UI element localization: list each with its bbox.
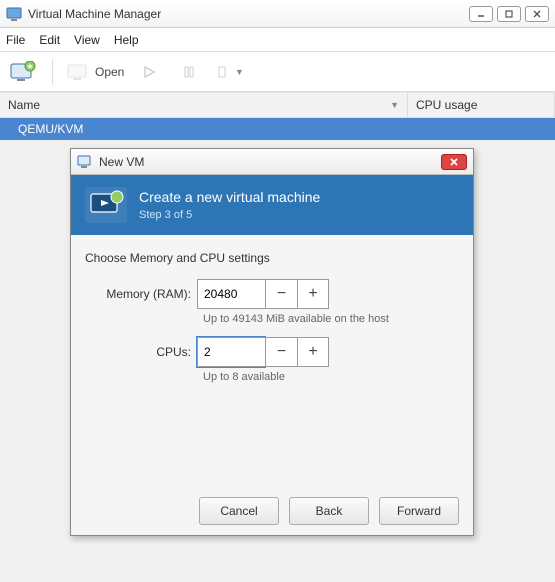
list-item[interactable]: QEMU/KVM	[0, 118, 555, 140]
window-title: Virtual Machine Manager	[28, 7, 469, 21]
cpus-increment-button[interactable]: +	[297, 337, 329, 367]
toolbar-separator	[52, 59, 53, 85]
cpus-decrement-button[interactable]: −	[265, 337, 297, 367]
memory-increment-button[interactable]: +	[297, 279, 329, 309]
back-button[interactable]: Back	[289, 497, 369, 525]
dialog-titlebar: New VM	[71, 149, 473, 175]
memory-hint: Up to 49143 MiB available on the host	[203, 313, 459, 325]
column-cpu-usage[interactable]: CPU usage	[408, 93, 555, 117]
dialog-step: Step 3 of 5	[139, 209, 320, 221]
cpus-input[interactable]	[197, 337, 265, 367]
open-button[interactable]: Open	[67, 63, 124, 81]
cpus-label: CPUs:	[85, 345, 197, 359]
menubar: File Edit View Help	[0, 28, 555, 52]
open-label: Open	[95, 65, 124, 79]
main-titlebar: Virtual Machine Manager	[0, 0, 555, 28]
sort-chevron-icon: ▼	[390, 100, 399, 110]
chevron-down-icon: ▼	[235, 67, 244, 77]
dialog-footer: Cancel Back Forward	[199, 497, 459, 525]
menu-help[interactable]: Help	[114, 33, 139, 47]
memory-spinner: − +	[197, 279, 329, 309]
shutdown-button[interactable]: ▼	[214, 59, 244, 85]
cpus-hint: Up to 8 available	[203, 371, 459, 383]
app-icon	[6, 6, 22, 22]
dialog-header: Create a new virtual machine Step 3 of 5	[71, 175, 473, 235]
menu-view[interactable]: View	[74, 33, 100, 47]
column-name[interactable]: Name ▼	[0, 93, 408, 117]
forward-button[interactable]: Forward	[379, 497, 459, 525]
maximize-button[interactable]	[497, 6, 521, 22]
pause-button[interactable]	[174, 59, 204, 85]
cpus-spinner: − +	[197, 337, 329, 367]
menu-edit[interactable]: Edit	[39, 33, 60, 47]
svg-text:★: ★	[26, 62, 33, 71]
memory-label: Memory (RAM):	[85, 287, 197, 301]
toolbar: ★ Open ▼	[0, 52, 555, 92]
close-button[interactable]	[525, 6, 549, 22]
memory-decrement-button[interactable]: −	[265, 279, 297, 309]
wizard-hero-icon	[85, 187, 127, 223]
connection-name: QEMU/KVM	[18, 122, 83, 136]
vm-list: QEMU/KVM	[0, 118, 555, 140]
run-button[interactable]	[134, 59, 164, 85]
section-title: Choose Memory and CPU settings	[85, 251, 459, 265]
cancel-button[interactable]: Cancel	[199, 497, 279, 525]
new-vm-dialog: New VM Create a new virtual machine Step…	[70, 148, 474, 536]
dialog-heading: Create a new virtual machine	[139, 189, 320, 205]
memory-input[interactable]	[197, 279, 265, 309]
dialog-close-button[interactable]	[441, 154, 467, 170]
dialog-icon	[77, 154, 93, 170]
new-vm-button[interactable]: ★	[8, 59, 38, 85]
vm-list-header: Name ▼ CPU usage	[0, 92, 555, 118]
dialog-title: New VM	[99, 155, 441, 169]
minimize-button[interactable]	[469, 6, 493, 22]
menu-file[interactable]: File	[6, 33, 25, 47]
dialog-body: Choose Memory and CPU settings Memory (R…	[71, 235, 473, 535]
